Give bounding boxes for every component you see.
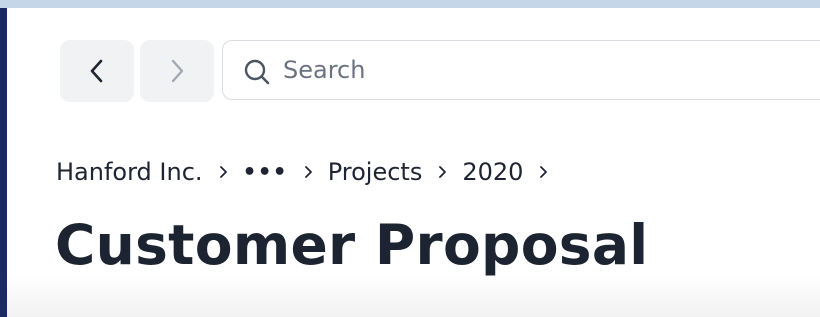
breadcrumb-item-hanford[interactable]: Hanford Inc. xyxy=(56,158,203,186)
chevron-right-icon xyxy=(539,164,549,180)
search-icon xyxy=(244,59,270,85)
bottom-shadow xyxy=(7,277,820,317)
breadcrumb-item-2020[interactable]: 2020 xyxy=(462,158,523,186)
chevron-left-icon xyxy=(90,59,103,83)
search-box[interactable] xyxy=(222,40,820,100)
back-button[interactable] xyxy=(60,40,134,102)
left-rail xyxy=(0,8,7,317)
breadcrumb-ellipsis[interactable]: ••• xyxy=(243,160,288,185)
chevron-right-icon xyxy=(219,164,229,180)
page-title: Customer Proposal xyxy=(55,213,649,277)
chevron-right-icon xyxy=(304,164,314,180)
main-content: Hanford Inc. ••• Projects 2020 Customer … xyxy=(7,8,820,317)
chevron-right-icon xyxy=(438,164,448,180)
breadcrumb: Hanford Inc. ••• Projects 2020 xyxy=(56,154,563,190)
forward-button[interactable] xyxy=(140,40,214,102)
window-top-strip xyxy=(0,0,820,8)
search-input[interactable] xyxy=(283,50,820,90)
breadcrumb-item-projects[interactable]: Projects xyxy=(328,158,423,186)
chevron-right-icon xyxy=(171,59,184,83)
